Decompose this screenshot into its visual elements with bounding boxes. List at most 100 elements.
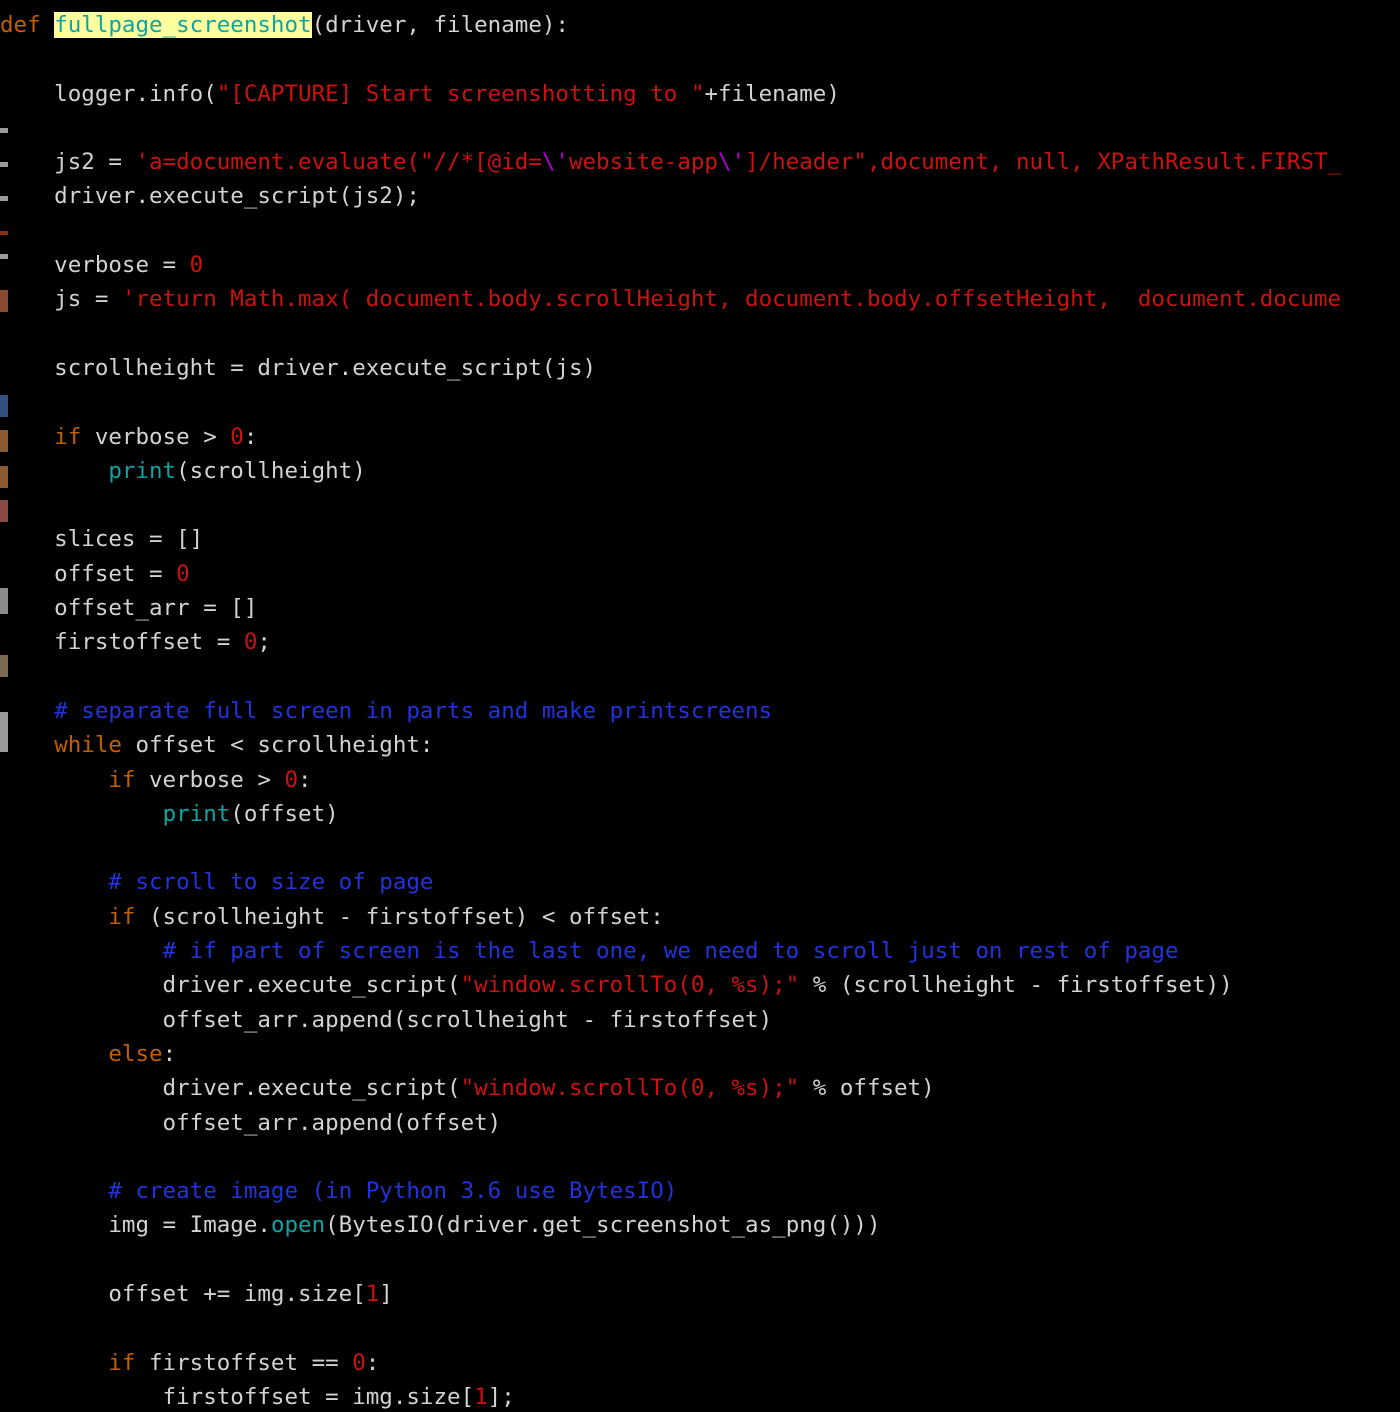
left-clipped-glyph-gutter	[0, 0, 14, 1412]
code-content[interactable]: def fullpage_screenshot(driver, filename…	[0, 8, 1400, 1412]
code-line[interactable]: offset_arr.append(scrollheight - firstof…	[0, 1003, 1400, 1037]
code-token-num: 0	[352, 1349, 366, 1376]
code-token-plain: slices = []	[0, 526, 204, 553]
clipped-glyph-sliver	[0, 500, 8, 522]
code-line[interactable]: img = Image.open(BytesIO(driver.get_scre…	[0, 1208, 1400, 1242]
code-token-plain: driver.execute_script(js2);	[0, 183, 420, 210]
code-token-plain: (BytesIO(driver.get_screenshot_as_png())…	[325, 1212, 881, 1239]
code-token-kw: if	[108, 766, 136, 793]
code-line[interactable]: offset_arr = []	[0, 591, 1400, 625]
code-line[interactable]: offset += img.size[1]	[0, 1277, 1400, 1311]
code-token-plain: scrollheight = driver.execute_script(js)	[0, 354, 597, 381]
code-line[interactable]: print(offset)	[0, 797, 1400, 831]
code-line[interactable]	[0, 660, 1400, 694]
code-line[interactable]	[0, 1243, 1400, 1277]
code-line[interactable]: driver.execute_script("window.scrollTo(0…	[0, 1071, 1400, 1105]
code-line[interactable]: scrollheight = driver.execute_script(js)	[0, 351, 1400, 385]
code-token-plain: firstoffset = img.size[	[0, 1383, 475, 1410]
code-line[interactable]	[0, 317, 1400, 351]
clipped-glyph-sliver	[0, 588, 8, 614]
code-line[interactable]: else:	[0, 1037, 1400, 1071]
code-line[interactable]: verbose = 0	[0, 248, 1400, 282]
code-line[interactable]	[0, 214, 1400, 248]
code-line[interactable]	[0, 1311, 1400, 1345]
code-line[interactable]: if verbose > 0:	[0, 763, 1400, 797]
code-editor-view[interactable]: def fullpage_screenshot(driver, filename…	[0, 0, 1400, 1412]
clipped-glyph-sliver	[0, 254, 8, 259]
clipped-glyph-sliver	[0, 712, 8, 752]
code-token-num: 0	[284, 766, 299, 793]
code-line[interactable]	[0, 488, 1400, 522]
code-line[interactable]	[0, 385, 1400, 419]
code-token-bi: open	[270, 1212, 326, 1239]
code-line[interactable]	[0, 111, 1400, 145]
code-line[interactable]: firstoffset = img.size[1];	[0, 1380, 1400, 1412]
code-token-str: ]/header",document, null, XPathResult.FI…	[745, 149, 1342, 176]
clipped-glyph-sliver	[0, 231, 8, 235]
code-token-plain: verbose =	[0, 252, 190, 279]
code-line[interactable]: # if part of screen is the last one, we …	[0, 934, 1400, 968]
code-token-plain: offset =	[0, 560, 177, 587]
code-token-num: 0	[189, 252, 204, 279]
code-token-kw: if	[108, 1349, 136, 1376]
code-token-kw: while	[54, 732, 122, 759]
code-token-str: "window.scrollTo(0, %s);"	[460, 972, 800, 999]
code-token-plain: :	[243, 423, 258, 450]
code-token-plain: firstoffset ==	[135, 1349, 353, 1376]
code-line[interactable]: print(scrollheight)	[0, 454, 1400, 488]
code-token-plain: % (scrollheight - firstoffset))	[799, 972, 1233, 999]
code-line[interactable]: # scroll to size of page	[0, 865, 1400, 899]
code-line[interactable]: slices = []	[0, 522, 1400, 556]
code-token-esc: \'	[541, 149, 569, 176]
code-token-plain: :	[365, 1349, 380, 1376]
code-token-num: 0	[176, 560, 190, 587]
code-token-num: 0	[243, 629, 258, 656]
code-token-plain: :	[298, 766, 312, 793]
highlighted-symbol: fullpage_screenshot	[54, 12, 312, 38]
code-line[interactable]: firstoffset = 0;	[0, 625, 1400, 659]
code-token-str: "[CAPTURE] Start screenshotting to "	[216, 80, 705, 107]
code-token-com: # if part of screen is the last one, we …	[162, 938, 1179, 965]
code-token-plain: firstoffset =	[0, 629, 244, 656]
code-line[interactable]: if (scrollheight - firstoffset) < offset…	[0, 900, 1400, 934]
code-token-plain: driver.execute_script(	[0, 972, 461, 999]
code-token-num: 1	[474, 1383, 488, 1410]
code-line[interactable]: # create image (in Python 3.6 use BytesI…	[0, 1174, 1400, 1208]
code-line[interactable]: while offset < scrollheight:	[0, 728, 1400, 762]
code-token-plain: (offset)	[230, 800, 339, 827]
code-token-plain: offset += img.size[	[0, 1280, 366, 1307]
code-line[interactable]	[0, 1140, 1400, 1174]
code-token-plain: offset < scrollheight:	[121, 732, 434, 759]
code-token-plain: ];	[487, 1383, 515, 1410]
code-line[interactable]: if firstoffset == 0:	[0, 1346, 1400, 1380]
code-token-com: # scroll to size of page	[108, 869, 434, 896]
code-line[interactable]: js2 = 'a=document.evaluate("//*[@id=\'we…	[0, 145, 1400, 179]
clipped-glyph-sliver	[0, 430, 8, 452]
code-token-plain: js2 =	[0, 149, 136, 176]
code-token-kw: else	[108, 1040, 163, 1067]
code-token-bi: print	[108, 457, 177, 484]
code-line[interactable]: offset_arr.append(offset)	[0, 1106, 1400, 1140]
code-token-com: # create image (in Python 3.6 use BytesI…	[108, 1178, 678, 1205]
code-line[interactable]	[0, 42, 1400, 76]
clipped-glyph-sliver	[0, 162, 8, 167]
code-token-num: 1	[365, 1280, 380, 1307]
code-line[interactable]: # separate full screen in parts and make…	[0, 694, 1400, 728]
clipped-glyph-sliver	[0, 655, 8, 677]
code-line[interactable]: if verbose > 0:	[0, 420, 1400, 454]
code-token-plain: offset_arr.append(offset)	[0, 1109, 502, 1136]
code-line[interactable]: logger.info("[CAPTURE] Start screenshott…	[0, 77, 1400, 111]
code-line[interactable]: js = 'return Math.max( document.body.scr…	[0, 282, 1400, 316]
code-token-plain: img = Image.	[0, 1212, 271, 1239]
code-token-plain: % offset)	[799, 1075, 935, 1102]
clipped-glyph-sliver	[0, 290, 8, 312]
code-line[interactable]: offset = 0	[0, 557, 1400, 591]
code-line[interactable]	[0, 831, 1400, 865]
code-line[interactable]: def fullpage_screenshot(driver, filename…	[0, 8, 1400, 42]
code-token-plain: :	[162, 1040, 177, 1067]
code-line[interactable]: driver.execute_script("window.scrollTo(0…	[0, 968, 1400, 1002]
code-line[interactable]: driver.execute_script(js2);	[0, 179, 1400, 213]
